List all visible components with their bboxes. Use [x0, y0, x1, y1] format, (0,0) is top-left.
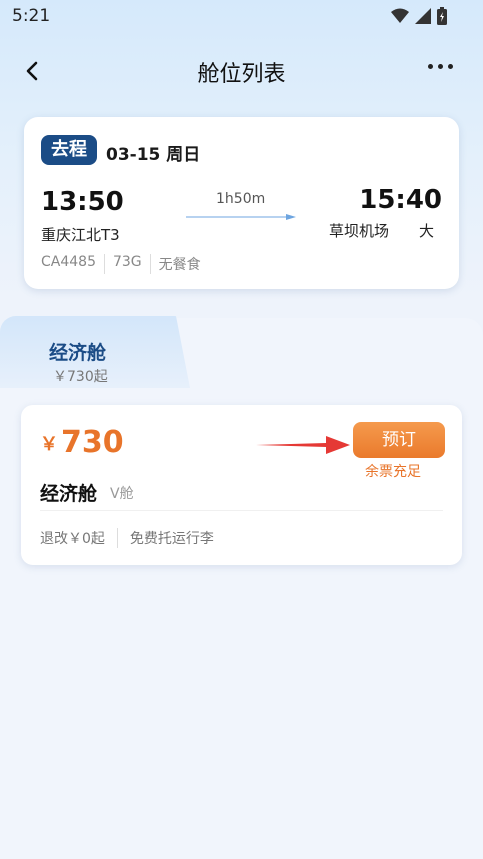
more-dot-icon: [448, 64, 453, 69]
divider: [40, 510, 443, 511]
cabin-name: 经济舱: [40, 483, 98, 505]
more-dot-icon: [428, 64, 433, 69]
arrival-airport: 草坝机场 大: [329, 222, 435, 240]
price-amount: 730: [61, 425, 124, 460]
departure-time: 13:50: [41, 187, 124, 217]
tab-price: ￥730起: [53, 369, 108, 385]
trip-type-badge: 去程: [41, 135, 97, 165]
status-icons: [391, 7, 447, 25]
cabin-card: ￥ 730 经济舱 V舱 预订 余票充足 退改￥0起 免费托运行李: [21, 405, 462, 565]
status-time: 5:21: [12, 6, 51, 26]
aircraft-type: 73G: [103, 254, 150, 274]
refund-policy[interactable]: 退改￥0起: [40, 528, 117, 548]
meal-info: 无餐食: [149, 254, 209, 274]
cabin-class-code: V舱: [110, 486, 134, 502]
flight-duration: 1h50m: [216, 191, 266, 207]
cabin-section: [0, 318, 483, 859]
flight-number: CA4485: [41, 254, 96, 270]
baggage-policy[interactable]: 免费托运行李: [116, 528, 226, 548]
trip-date: 03-15 周日: [106, 145, 201, 165]
tab-economy[interactable]: 经济舱 ￥730起: [0, 316, 190, 388]
cabin-policies: 退改￥0起 免费托运行李: [40, 528, 226, 548]
signal-icon: [415, 8, 431, 24]
tab-label: 经济舱: [49, 342, 107, 364]
flight-info-card: 去程 03-15 周日 13:50 1h50m 15:40 重庆江北T3 草坝机…: [24, 117, 459, 289]
nav-bar: 舱位列表: [0, 44, 483, 96]
wifi-icon: [391, 8, 409, 23]
more-options-button[interactable]: [428, 64, 453, 69]
book-button[interactable]: 预订: [353, 422, 445, 458]
duration-arrow-icon: [186, 214, 296, 220]
battery-icon: [437, 7, 447, 25]
cabin-price: ￥ 730: [40, 425, 124, 460]
red-arrow-icon: [256, 436, 350, 454]
currency-symbol: ￥: [40, 434, 58, 455]
arrival-time: 15:40: [359, 185, 442, 215]
departure-airport: 重庆江北T3: [41, 226, 120, 244]
more-dot-icon: [438, 64, 443, 69]
availability-status: 余票充足: [365, 464, 421, 480]
page-title: 舱位列表: [197, 62, 286, 87]
status-bar: 5:21: [0, 0, 483, 34]
flight-meta: CA4485 73G 无餐食: [41, 254, 209, 274]
